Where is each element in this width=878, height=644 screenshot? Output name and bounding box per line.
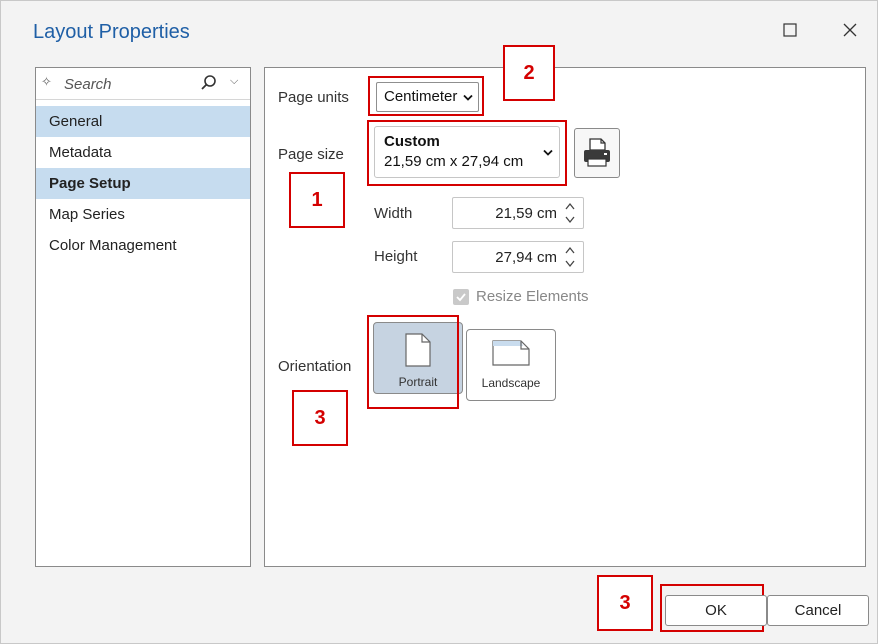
landscape-page-icon — [492, 340, 530, 366]
annotation-box-page-size — [367, 120, 567, 186]
landscape-button[interactable]: Landscape — [466, 329, 556, 401]
annotation-number-1: 1 — [289, 172, 345, 228]
annotation-number-3-ok: 3 — [597, 575, 653, 631]
width-stepper[interactable] — [563, 199, 577, 227]
sidebar-item-general[interactable]: General — [36, 106, 250, 137]
chevron-down-icon[interactable]: ⌵ — [230, 75, 238, 88]
page-units-label: Page units — [278, 89, 349, 106]
annotation-number-3: 3 — [292, 390, 348, 446]
stepper-arrows-icon — [565, 202, 575, 224]
close-icon — [843, 23, 857, 37]
dialog-title: Layout Properties — [33, 21, 190, 43]
close-button[interactable] — [832, 15, 868, 45]
page-size-label: Page size — [278, 146, 344, 163]
sidebar-item-color-management[interactable]: Color Management — [36, 230, 250, 261]
annotation-box-portrait — [367, 315, 459, 409]
resize-elements-checkbox[interactable] — [453, 289, 469, 305]
landscape-label: Landscape — [481, 376, 541, 390]
printer-page-size-button[interactable] — [574, 128, 620, 178]
layout-properties-dialog: Layout Properties ✧ ⌵ General Metadata P… — [0, 0, 878, 644]
sidebar-item-page-setup[interactable]: Page Setup — [36, 168, 250, 199]
ok-button[interactable]: OK — [665, 595, 767, 626]
width-label: Width — [374, 205, 413, 222]
maximize-button[interactable] — [772, 15, 808, 45]
height-label: Height — [374, 248, 418, 265]
maximize-icon — [783, 23, 797, 37]
search-input[interactable] — [64, 74, 194, 94]
height-stepper[interactable] — [563, 243, 577, 271]
orientation-label: Orientation — [278, 358, 352, 375]
height-value: 27,94 cm — [495, 249, 557, 266]
sidebar-item-map-series[interactable]: Map Series — [36, 199, 250, 230]
printer-icon — [584, 138, 610, 167]
width-value: 21,59 cm — [495, 205, 557, 222]
stepper-arrows-icon — [565, 246, 575, 268]
sparkle-icon: ✧ — [41, 74, 52, 89]
sidebar-item-metadata[interactable]: Metadata — [36, 137, 250, 168]
cancel-button[interactable]: Cancel — [767, 595, 869, 626]
title-bar: Layout Properties — [1, 1, 877, 55]
sidebar-nav: General Metadata Page Setup Map Series C… — [36, 106, 250, 261]
annotation-number-2: 2 — [503, 45, 555, 101]
search-icon[interactable] — [200, 74, 218, 92]
checkmark-icon — [456, 293, 466, 302]
annotation-box-units — [368, 76, 484, 116]
resize-elements-label: Resize Elements — [476, 288, 589, 305]
search-box: ✧ ⌵ — [36, 68, 250, 100]
height-input[interactable]: 27,94 cm — [452, 241, 584, 273]
sidebar: ✧ ⌵ General Metadata Page Setup Map Seri… — [35, 67, 251, 567]
width-input[interactable]: 21,59 cm — [452, 197, 584, 229]
